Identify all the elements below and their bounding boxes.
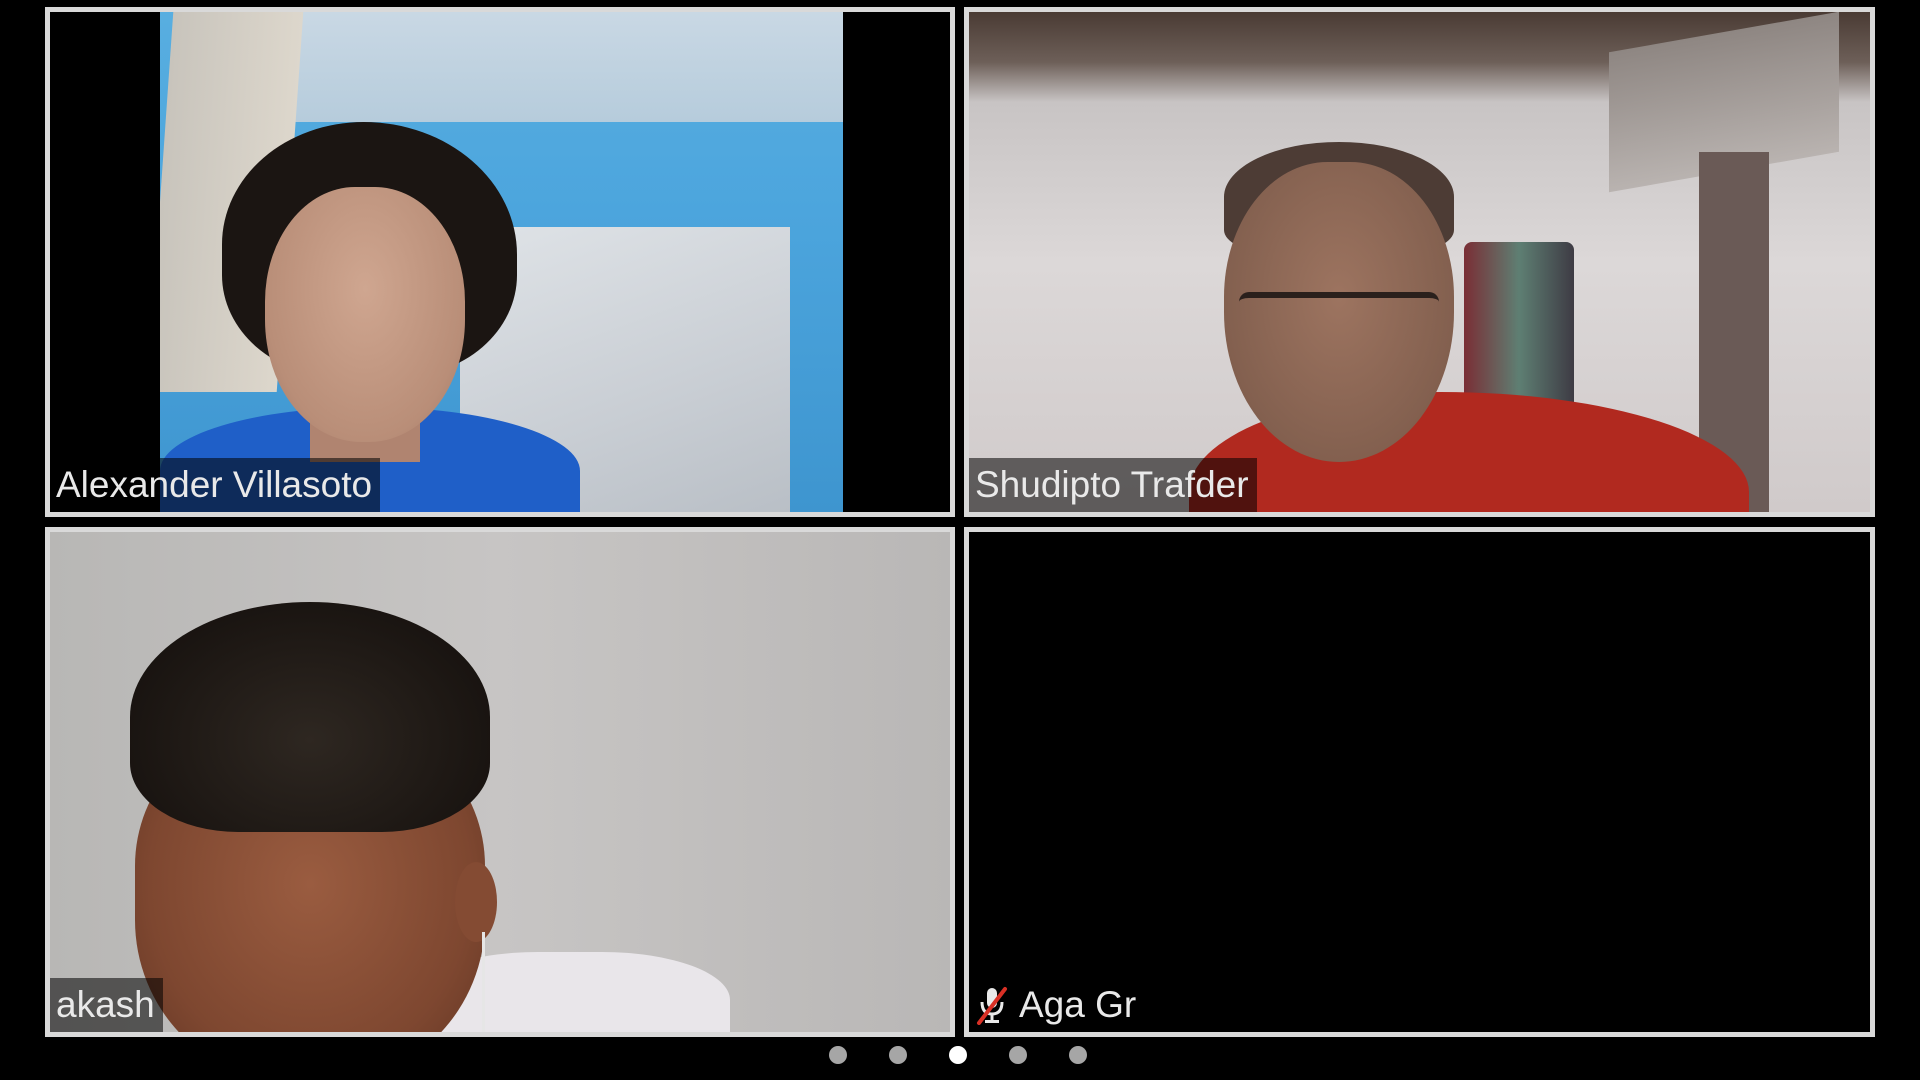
- gallery-pagination: [829, 1046, 1087, 1064]
- participant-tile-aga[interactable]: Aga Gr: [964, 527, 1875, 1037]
- mic-muted-icon: [975, 985, 1009, 1025]
- participant-tile-shudipto[interactable]: Shudipto Trafder: [964, 7, 1875, 517]
- participant-video: [50, 532, 950, 1032]
- meeting-gallery-view: Alexander Villasoto Shudipto Trafder aka…: [0, 0, 1920, 1080]
- participant-name-label: Shudipto Trafder: [969, 458, 1257, 512]
- participant-video: [969, 12, 1870, 512]
- participant-video: [50, 12, 950, 512]
- participant-tile-alexander[interactable]: Alexander Villasoto: [45, 7, 955, 517]
- participant-name-label: Aga Gr: [969, 978, 1144, 1032]
- participant-name-label: akash: [50, 978, 163, 1032]
- participant-tile-akash[interactable]: akash: [45, 527, 955, 1037]
- participant-name: Shudipto Trafder: [975, 464, 1249, 505]
- page-dot[interactable]: [1009, 1046, 1027, 1064]
- participant-name: Alexander Villasoto: [56, 464, 373, 505]
- page-dot[interactable]: [889, 1046, 907, 1064]
- page-dot[interactable]: [1069, 1046, 1087, 1064]
- participant-name-label: Alexander Villasoto: [50, 458, 381, 512]
- participant-video-off: [969, 532, 1870, 1032]
- page-dot[interactable]: [829, 1046, 847, 1064]
- page-dot-active[interactable]: [949, 1046, 967, 1064]
- participant-name: Aga Gr: [1019, 984, 1137, 1025]
- participant-name: akash: [56, 984, 155, 1025]
